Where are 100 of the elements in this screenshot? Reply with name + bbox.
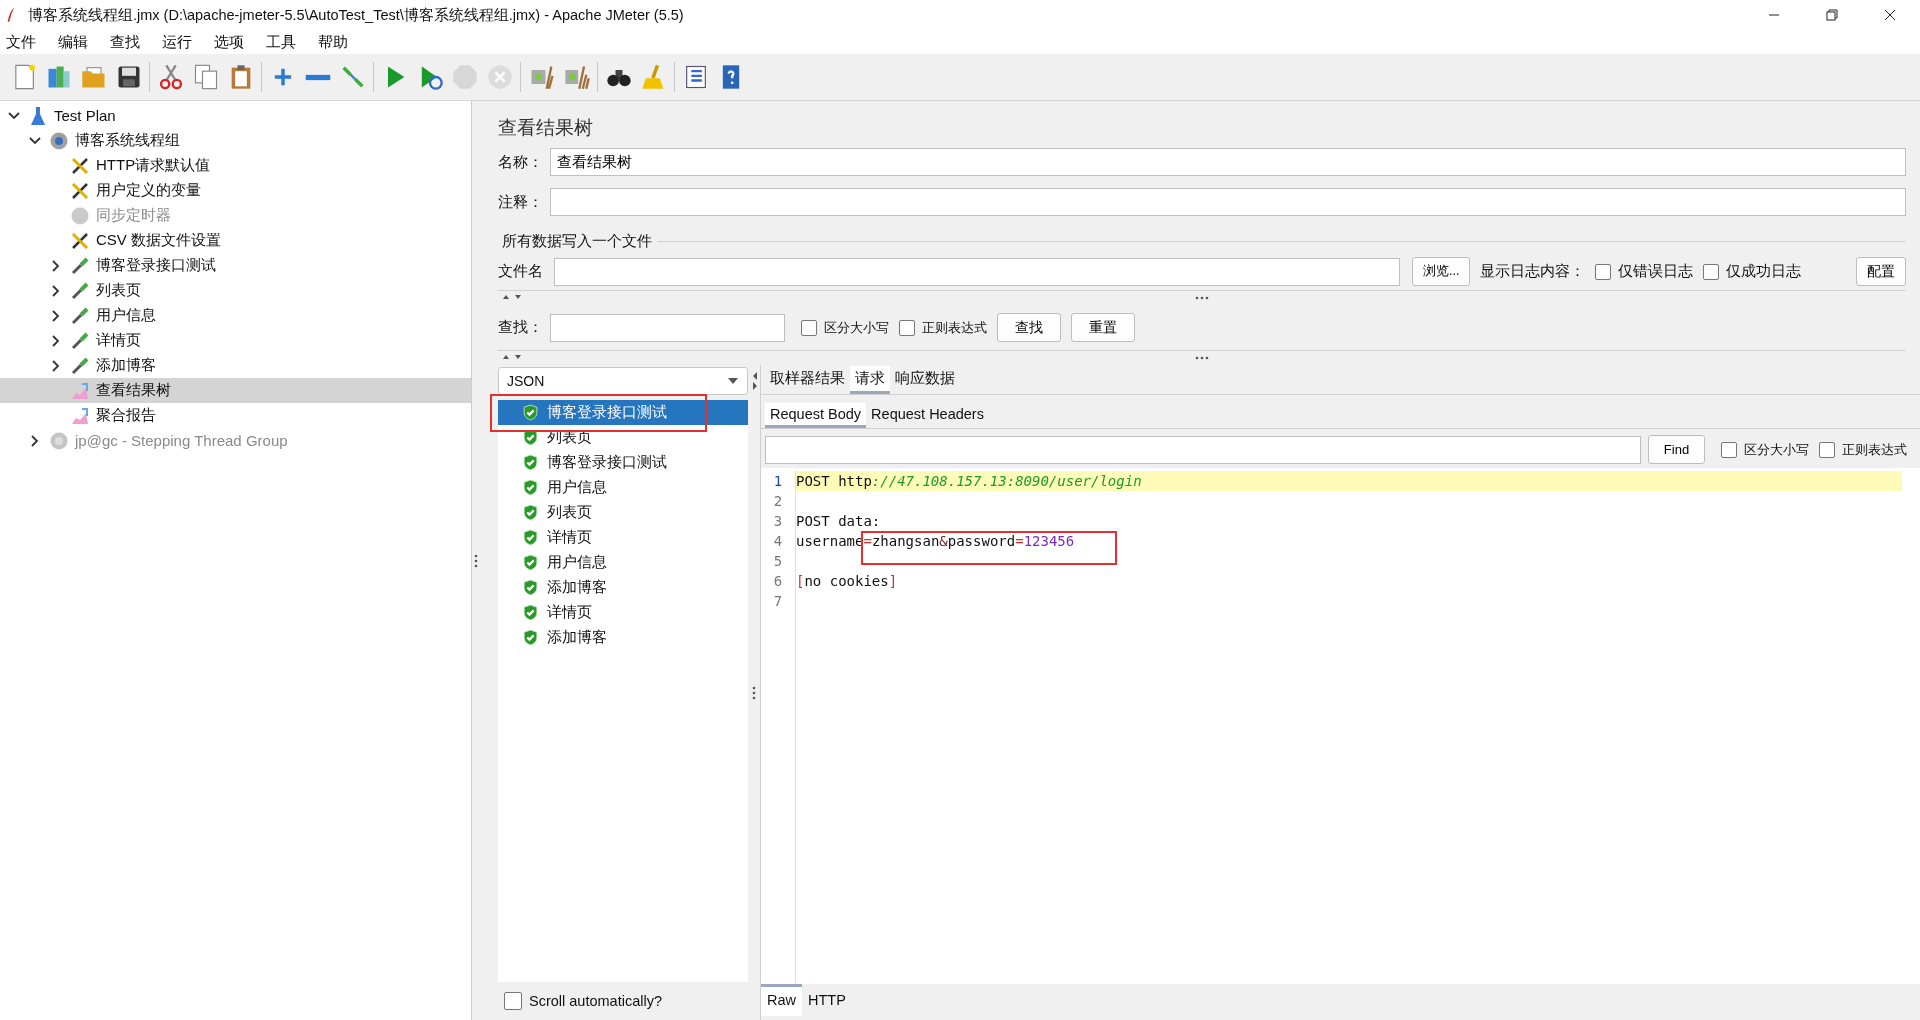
chevron-right-icon[interactable] (52, 359, 60, 372)
tree-item[interactable]: 详情页 (0, 328, 471, 353)
splitter-arrows-icon[interactable] (502, 354, 524, 360)
checkbox-label: 正则表达式 (1842, 440, 1907, 459)
tab[interactable]: 取样器结果 (765, 366, 850, 394)
tree-item[interactable]: 添加博客 (0, 353, 471, 378)
pipette-icon (70, 255, 90, 276)
splitter-arrows-icon[interactable] (502, 294, 524, 300)
splitter-handle-icon[interactable] (1195, 296, 1209, 300)
find-button[interactable]: Find (1648, 435, 1705, 464)
checkbox[interactable] (1819, 441, 1835, 458)
line-number: 2 (773, 492, 783, 511)
tree-item[interactable]: 用户定义的变量 (0, 178, 471, 203)
splitter-handle-icon[interactable] (474, 553, 478, 568)
tree-item[interactable]: HTTP请求默认值 (0, 153, 471, 178)
splitter-arrows-icon[interactable] (752, 371, 758, 391)
result-item[interactable]: 详情页 (498, 525, 748, 550)
section-label: 所有数据写入一个文件 (502, 232, 652, 251)
tools-icon (70, 155, 90, 176)
menu-item[interactable]: 帮助 (318, 32, 348, 52)
tab[interactable]: Raw (761, 984, 802, 1016)
pipette-icon (70, 355, 90, 376)
pipette-icon (70, 280, 90, 301)
checkbox-label: 正则表达式 (922, 318, 987, 337)
line-number: 3 (773, 512, 783, 531)
menu-item[interactable]: 选项 (214, 32, 244, 52)
tools-icon (70, 230, 90, 251)
tree-item[interactable]: Test Plan (0, 103, 471, 128)
name-field[interactable]: 查看结果树 (550, 148, 1906, 176)
chevron-right-icon[interactable] (52, 259, 60, 272)
checkbox[interactable] (1721, 441, 1737, 458)
tab[interactable]: HTTP (802, 984, 852, 1016)
result-item[interactable]: 添加博客 (498, 575, 748, 600)
browse-button[interactable]: 浏览... (1412, 257, 1471, 286)
field-label: 注释： (498, 192, 544, 212)
config-button[interactable]: 配置 (1856, 257, 1906, 286)
gear-icon (49, 430, 69, 451)
tree-item[interactable]: 列表页 (0, 278, 471, 303)
code-line: POST http://47.108.157.13:8090/user/login (796, 472, 1142, 491)
broom-icon (562, 63, 591, 91)
feather-icon (6, 6, 16, 24)
result-item[interactable]: 添加博客 (498, 625, 748, 650)
line-number: 5 (773, 552, 783, 571)
tree-item[interactable]: 用户信息 (0, 303, 471, 328)
line-number: 6 (773, 572, 783, 591)
result-item[interactable]: 博客登录接口测试 (498, 450, 748, 475)
menu-item[interactable]: 工具 (266, 32, 296, 52)
checkbox-label: Scroll automatically? (529, 993, 662, 1009)
search-field[interactable] (550, 313, 785, 342)
tree-item[interactable]: 博客登录接口测试 (0, 253, 471, 278)
menu-item[interactable]: 编辑 (58, 32, 88, 52)
checkbox[interactable] (899, 319, 915, 336)
chevron-down-icon[interactable] (8, 111, 20, 120)
minus-icon (303, 73, 332, 81)
splitter-handle-icon[interactable] (1195, 356, 1209, 360)
filename-field[interactable] (554, 257, 1400, 286)
tools-icon (70, 180, 90, 201)
tree-item[interactable]: 博客系统线程组 (0, 128, 471, 153)
checkbox[interactable] (1703, 263, 1720, 280)
restore-icon[interactable] (1826, 9, 1838, 21)
checkbox[interactable] (1595, 263, 1612, 280)
chevron-down-icon[interactable] (29, 136, 41, 145)
search-button[interactable]: 查找 (997, 313, 1061, 342)
log-label: 显示日志内容： (1480, 262, 1586, 281)
chevron-right-icon[interactable] (52, 334, 60, 347)
tab[interactable]: 响应数据 (890, 366, 960, 394)
find-field[interactable] (765, 435, 1641, 464)
tree-item[interactable]: 查看结果树 (0, 378, 471, 403)
result-item[interactable]: 用户信息 (498, 550, 748, 575)
comment-field[interactable] (550, 188, 1906, 216)
checkbox[interactable] (504, 992, 522, 1010)
splitter-handle-icon[interactable] (752, 685, 756, 700)
result-item[interactable]: 详情页 (498, 600, 748, 625)
checkbox-label: 区分大小写 (1744, 440, 1809, 459)
chevron-right-icon[interactable] (52, 309, 60, 322)
window-title: 博客系统线程组.jmx (D:\apache-jmeter-5.5\AutoTest_Test\博客系统线程组.jmx) - Apache JMeter (5.5) (28, 5, 684, 25)
result-item[interactable]: 列表页 (498, 500, 748, 525)
timer-icon (70, 205, 90, 226)
menu-item[interactable]: 查找 (110, 32, 140, 52)
checkbox[interactable] (801, 319, 817, 336)
menu-item[interactable]: 运行 (162, 32, 192, 52)
flask-icon (28, 105, 48, 126)
tree-item[interactable]: 聚合报告 (0, 403, 471, 428)
menu-item[interactable]: 文件 (6, 32, 36, 52)
tab[interactable]: 请求 (850, 366, 890, 394)
renderer-dropdown[interactable]: JSON (498, 367, 748, 395)
tree-item[interactable]: CSV 数据文件设置 (0, 228, 471, 253)
close-icon[interactable] (1884, 9, 1896, 21)
result-item[interactable]: 用户信息 (498, 475, 748, 500)
reset-button[interactable]: 重置 (1071, 313, 1135, 342)
result-item[interactable]: 博客登录接口测试 (498, 400, 748, 425)
pipette-icon (70, 330, 90, 351)
x-circle-icon (485, 63, 514, 91)
chevron-right-icon[interactable] (52, 284, 60, 297)
tab[interactable]: Request Headers (866, 403, 989, 428)
tab[interactable]: Request Body (765, 403, 867, 428)
line-number: 4 (773, 532, 783, 551)
pipette-icon (70, 305, 90, 326)
field-label: 文件名 (498, 262, 544, 281)
field-label: 名称： (498, 152, 544, 172)
